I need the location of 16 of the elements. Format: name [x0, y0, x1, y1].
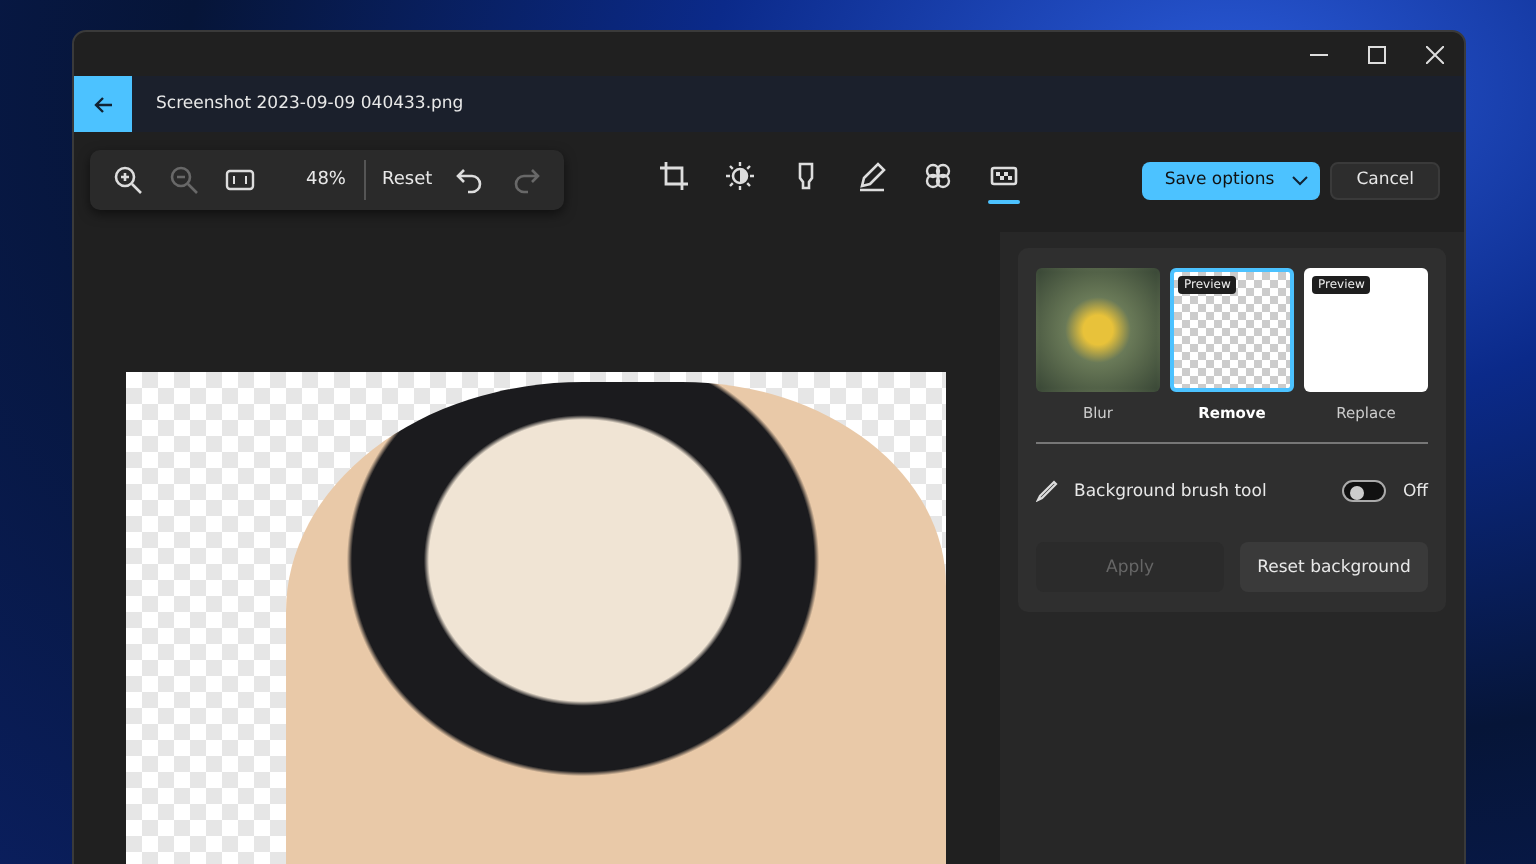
back-arrow-icon [94, 95, 112, 113]
window-title: Screenshot 2023-09-09 040433.png [156, 94, 464, 114]
toggle-state-label: Off [1402, 481, 1428, 501]
maximize-icon[interactable] [1368, 45, 1386, 63]
reset-button[interactable]: Reset [374, 164, 441, 196]
caret-icon [1292, 175, 1309, 185]
zoom-level: 48% [303, 170, 348, 190]
back-button[interactable] [74, 76, 132, 132]
save-options-button[interactable]: Save options [1142, 161, 1321, 199]
toggle-switch[interactable] [1342, 480, 1387, 502]
cancel-button[interactable]: Cancel [1330, 161, 1440, 199]
brush-icon [1036, 480, 1058, 502]
brush-tool-label: Background brush tool [1074, 481, 1267, 501]
reset-background-button[interactable]: Reset background [1240, 542, 1428, 592]
background-option-thumbnail[interactable] [1036, 268, 1160, 392]
close-icon[interactable] [1426, 45, 1444, 63]
